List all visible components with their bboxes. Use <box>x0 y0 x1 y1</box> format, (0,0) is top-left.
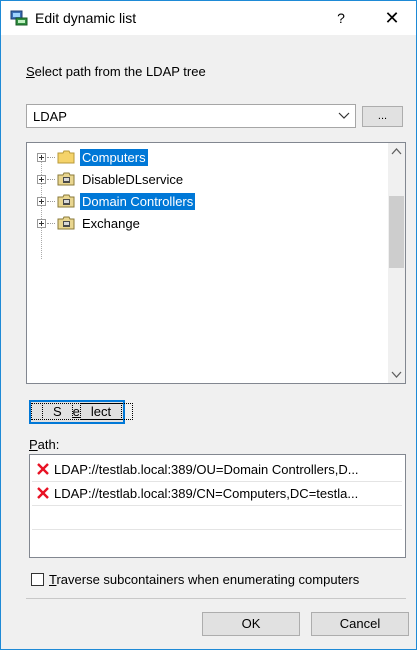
tree-scrollbar[interactable] <box>388 143 405 383</box>
list-item-empty <box>32 531 402 553</box>
scroll-down-icon[interactable] <box>388 366 405 383</box>
tree-item-label: Exchange <box>82 216 140 231</box>
tree-item-label: Domain Controllers <box>80 193 196 210</box>
traverse-subcontainers-label[interactable]: Traverse subcontainers when enumerating … <box>49 572 359 587</box>
error-x-icon <box>37 463 49 475</box>
ok-button[interactable]: OK <box>202 612 300 636</box>
select-path-label: Select path from the LDAP tree <box>26 64 206 79</box>
path-label: Path: <box>29 437 60 452</box>
select-button[interactable]: Se lect <box>29 400 134 424</box>
ou-folder-icon <box>57 216 75 230</box>
chevron-down-icon <box>338 112 350 119</box>
list-item-empty <box>32 507 402 530</box>
ldap-root-combobox[interactable]: LDAP <box>26 104 356 128</box>
folder-icon <box>57 150 75 164</box>
list-item[interactable]: LDAP://testlab.local:389/CN=Computers,DC… <box>32 483 402 506</box>
edit-dynamic-list-dialog: Edit dynamic list ? ✕ Select path from t… <box>0 0 417 650</box>
divider <box>26 598 406 599</box>
scroll-up-icon[interactable] <box>388 143 405 160</box>
list-item[interactable]: LDAP://testlab.local:389/OU=Domain Contr… <box>32 459 402 482</box>
tree-item-label: DisableDLservice <box>82 172 184 187</box>
ou-folder-icon <box>57 172 75 186</box>
error-x-icon <box>37 487 49 499</box>
scrollbar-thumb[interactable] <box>389 196 404 268</box>
ldap-tree[interactable]: Computers DisableDLservice Domain Contro… <box>26 142 406 384</box>
title-bar: Edit dynamic list ? ✕ <box>1 1 416 35</box>
cancel-button[interactable]: Cancel <box>311 612 409 636</box>
expand-icon[interactable] <box>37 153 46 162</box>
combo-value: LDAP <box>33 109 67 124</box>
path-list[interactable]: LDAP://testlab.local:389/OU=Domain Contr… <box>29 454 406 558</box>
tree-item-label: Computers <box>80 149 148 166</box>
browse-button[interactable]: ... <box>362 106 403 127</box>
tree-connector <box>41 159 42 259</box>
path-text: LDAP://testlab.local:389/OU=Domain Contr… <box>54 462 359 477</box>
path-text: LDAP://testlab.local:389/CN=Computers,DC… <box>54 486 359 501</box>
traverse-subcontainers-checkbox[interactable] <box>31 573 44 586</box>
ou-folder-icon <box>57 194 75 208</box>
close-button[interactable]: ✕ <box>375 4 409 32</box>
expand-icon[interactable] <box>37 175 46 184</box>
window-title: Edit dynamic list <box>35 10 137 26</box>
help-button[interactable]: ? <box>326 4 356 32</box>
app-icon <box>10 10 28 26</box>
expand-icon[interactable] <box>37 219 46 228</box>
expand-icon[interactable] <box>37 197 46 206</box>
